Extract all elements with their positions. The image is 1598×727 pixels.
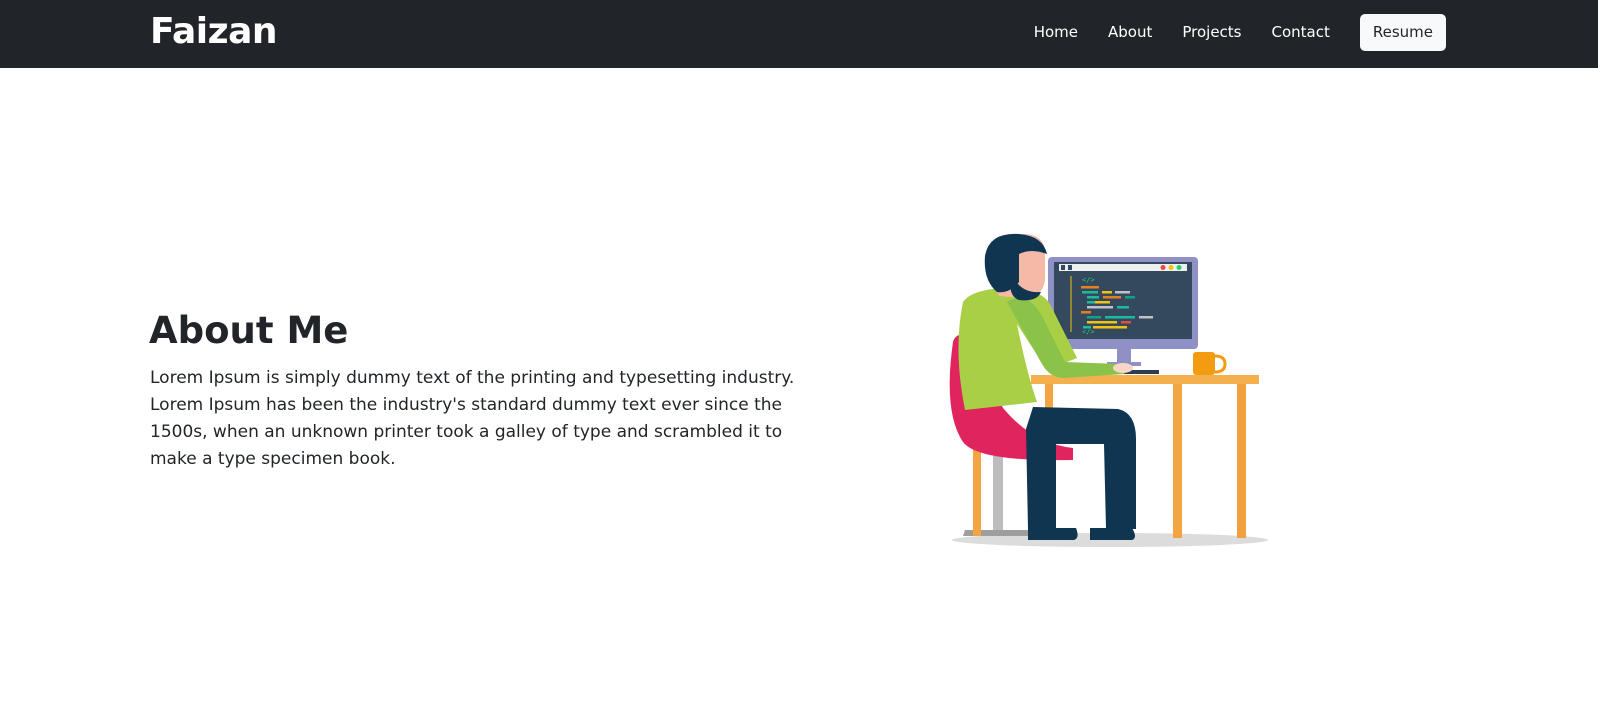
navbar: Faizan Home About Projects Contact Resum… (0, 0, 1598, 68)
about-description: Lorem Ipsum is simply dummy text of the … (150, 368, 795, 469)
code-tag-bottom: </> (1082, 328, 1095, 336)
nav-link-about[interactable]: About (1108, 14, 1152, 51)
nav-link-projects[interactable]: Projects (1182, 14, 1241, 51)
nav-link-home[interactable]: Home (1034, 14, 1078, 51)
code-tag-top: </> (1082, 276, 1095, 284)
page-title: About Me (149, 309, 349, 352)
brand-logo[interactable]: Faizan (150, 8, 278, 56)
developer-at-desk-icon: </> </> (949, 233, 1268, 547)
resume-button[interactable]: Resume (1359, 14, 1446, 51)
nav-link-contact[interactable]: Contact (1272, 14, 1330, 51)
developer-illustration: </> </> (945, 232, 1295, 562)
nav-links: Home About Projects Contact Resume (1034, 14, 1446, 51)
